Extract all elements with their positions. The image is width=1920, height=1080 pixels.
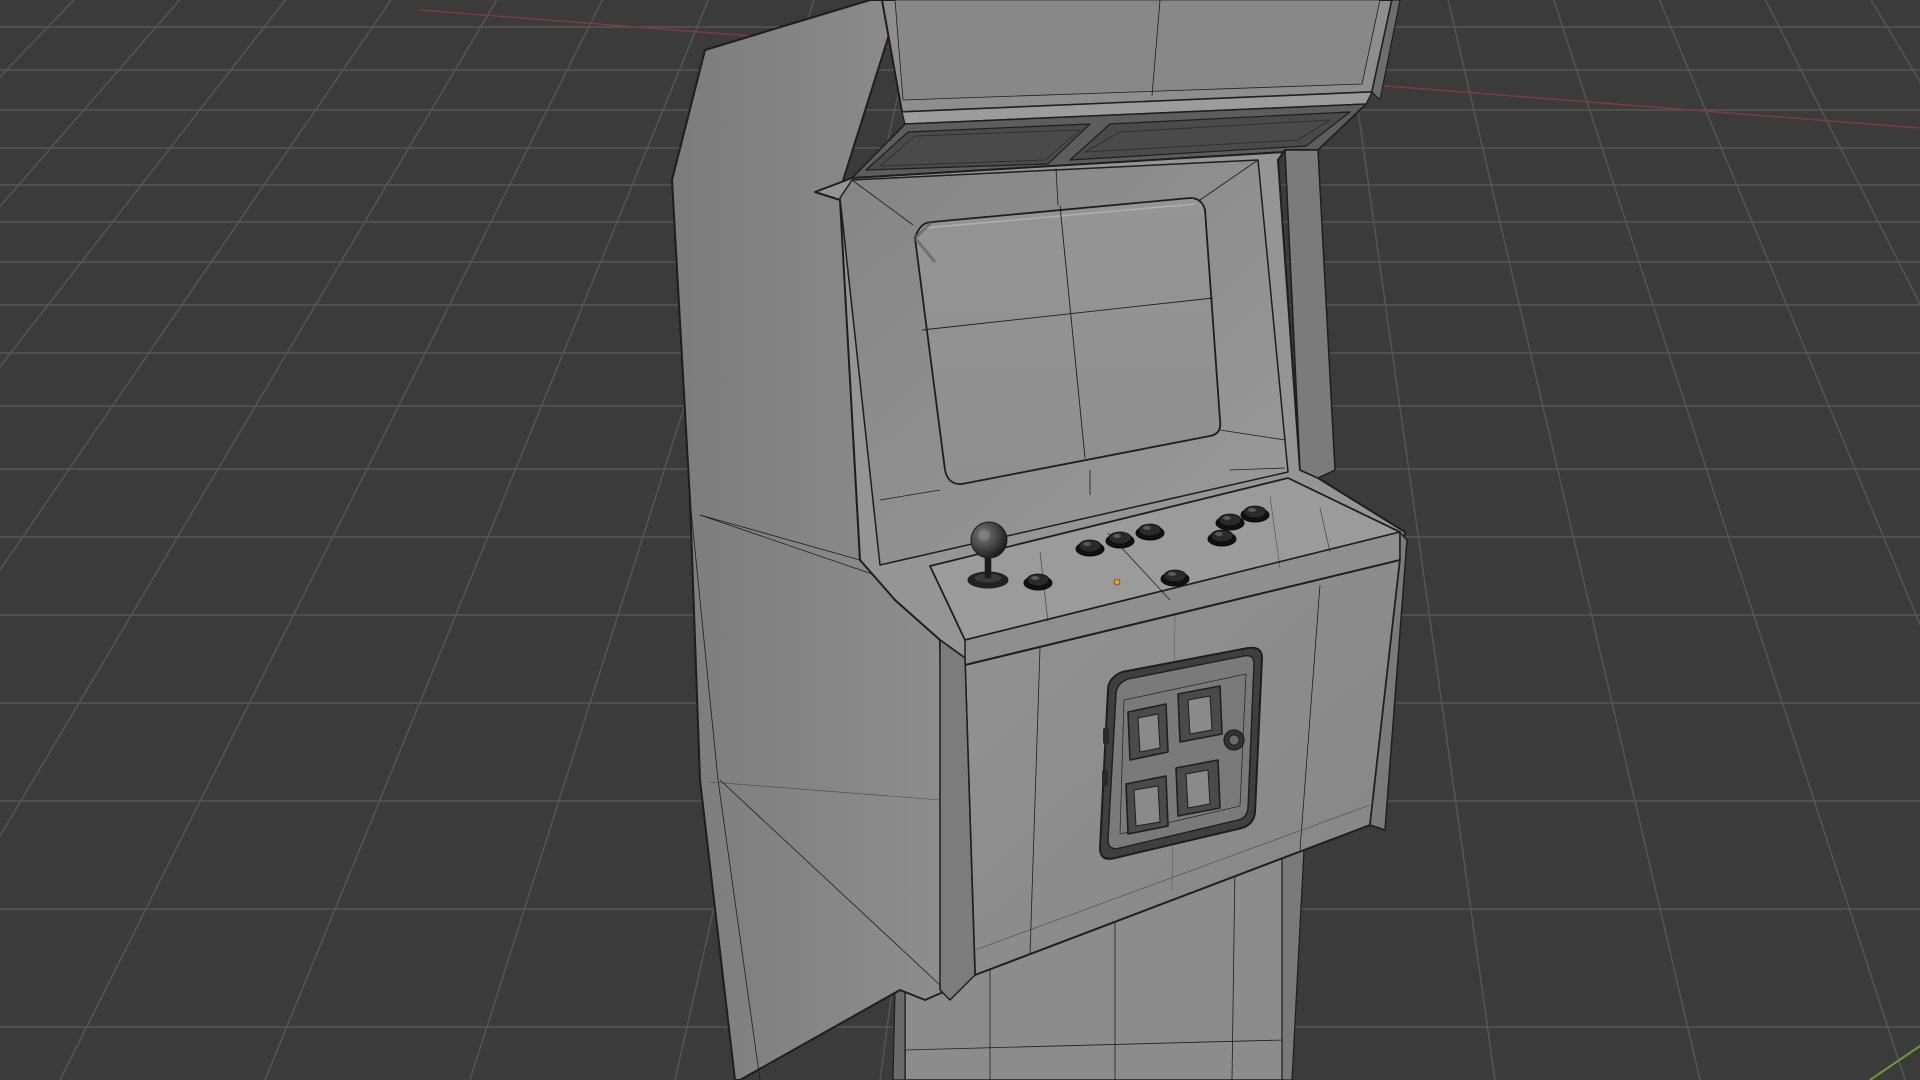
grid-line (0, 0, 287, 368)
grid-line (0, 0, 181, 208)
grid-line (0, 0, 123, 1080)
coin-slot-icon[interactable] (1127, 703, 1169, 761)
lock-icon[interactable] (1223, 729, 1245, 751)
grid-line (0, 0, 30, 1080)
grid-line (0, 0, 75, 78)
grid-line (1553, 0, 1906, 1080)
arcade-cabinet-model[interactable] (671, 0, 1408, 1080)
coin-return-icon[interactable] (1125, 775, 1169, 835)
coin-slot-icon[interactable] (1177, 685, 1223, 743)
origin-point-icon (1113, 578, 1121, 586)
grid-line (1447, 0, 1701, 1080)
grid-line (1658, 0, 1920, 627)
3d-viewport[interactable] (0, 0, 1920, 1080)
coin-door[interactable] (1099, 646, 1263, 860)
viewport-scene[interactable] (0, 0, 1920, 1080)
grid-line (1764, 0, 1920, 306)
grid-line (0, 0, 392, 572)
grid-line (0, 0, 498, 838)
grid-line (59, 0, 604, 1080)
coin-return-icon[interactable] (1175, 759, 1221, 817)
grid-line (1870, 0, 1920, 83)
grid-line (1875, 0, 1920, 1080)
crt-screen[interactable] (913, 197, 1222, 485)
